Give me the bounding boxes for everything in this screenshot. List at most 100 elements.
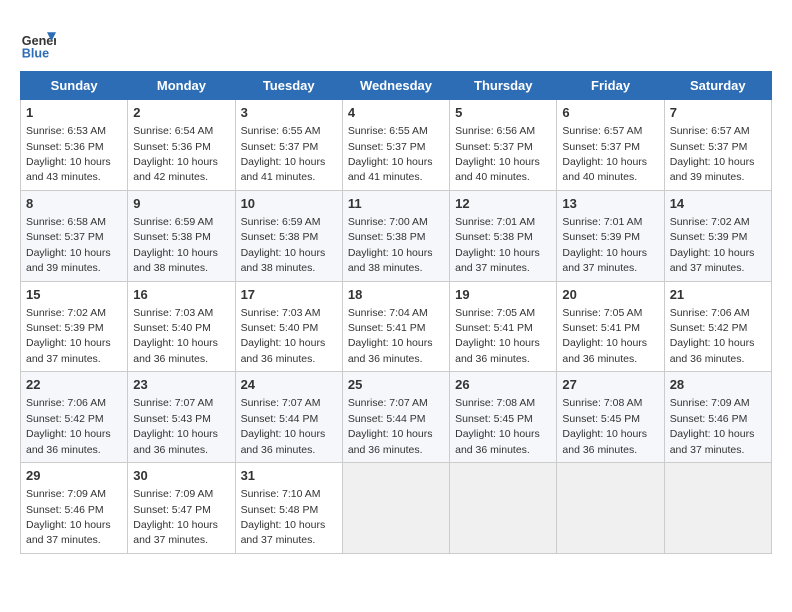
calendar-cell: 3 Sunrise: 6:55 AMSunset: 5:37 PMDaylight…: [235, 100, 342, 191]
calendar-cell: 24 Sunrise: 7:07 AMSunset: 5:44 PMDayligh…: [235, 372, 342, 463]
calendar-cell: 4 Sunrise: 6:55 AMSunset: 5:37 PMDaylight…: [342, 100, 449, 191]
day-number: 27: [562, 376, 658, 394]
calendar-body: 1 Sunrise: 6:53 AMSunset: 5:36 PMDaylight…: [21, 100, 772, 554]
calendar-cell: [342, 463, 449, 554]
week-row-1: 1 Sunrise: 6:53 AMSunset: 5:36 PMDaylight…: [21, 100, 772, 191]
day-info: Sunrise: 6:57 AMSunset: 5:37 PMDaylight:…: [670, 125, 755, 183]
day-info: Sunrise: 7:09 AMSunset: 5:47 PMDaylight:…: [133, 488, 218, 546]
day-number: 12: [455, 195, 551, 213]
week-row-4: 22 Sunrise: 7:06 AMSunset: 5:42 PMDayligh…: [21, 372, 772, 463]
calendar-cell: 12 Sunrise: 7:01 AMSunset: 5:38 PMDayligh…: [450, 190, 557, 281]
calendar-cell: [450, 463, 557, 554]
col-header-tuesday: Tuesday: [235, 72, 342, 100]
page-header: General Blue: [20, 20, 772, 61]
logo: General Blue: [20, 25, 60, 61]
calendar-cell: 10Sunrise: 6:59 AMSunset: 5:38 PMDayligh…: [235, 190, 342, 281]
week-row-5: 29 Sunrise: 7:09 AMSunset: 5:46 PMDayligh…: [21, 463, 772, 554]
day-number: 26: [455, 376, 551, 394]
day-number: 30: [133, 467, 229, 485]
calendar-cell: 29 Sunrise: 7:09 AMSunset: 5:46 PMDayligh…: [21, 463, 128, 554]
day-info: Sunrise: 7:08 AMSunset: 5:45 PMDaylight:…: [562, 397, 647, 455]
col-header-saturday: Saturday: [664, 72, 771, 100]
day-number: 22: [26, 376, 122, 394]
day-number: 10: [241, 195, 337, 213]
day-info: Sunrise: 7:09 AMSunset: 5:46 PMDaylight:…: [670, 397, 755, 455]
calendar-cell: 11Sunrise: 7:00 AMSunset: 5:38 PMDayligh…: [342, 190, 449, 281]
day-number: 3: [241, 104, 337, 122]
calendar-cell: 30 Sunrise: 7:09 AMSunset: 5:47 PMDayligh…: [128, 463, 235, 554]
calendar-cell: 18 Sunrise: 7:04 AMSunset: 5:41 PMDayligh…: [342, 281, 449, 372]
calendar-cell: 8 Sunrise: 6:58 AMSunset: 5:37 PMDaylight…: [21, 190, 128, 281]
calendar-cell: 20Sunrise: 7:05 AMSunset: 5:41 PMDayligh…: [557, 281, 664, 372]
calendar-cell: 15 Sunrise: 7:02 AMSunset: 5:39 PMDayligh…: [21, 281, 128, 372]
day-info: Sunrise: 6:57 AMSunset: 5:37 PMDaylight:…: [562, 125, 647, 183]
day-info: Sunrise: 7:04 AMSunset: 5:41 PMDaylight:…: [348, 307, 433, 365]
day-info: Sunrise: 7:02 AMSunset: 5:39 PMDaylight:…: [670, 216, 755, 274]
day-number: 31: [241, 467, 337, 485]
day-number: 16: [133, 286, 229, 304]
day-info: Sunrise: 7:03 AMSunset: 5:40 PMDaylight:…: [133, 307, 218, 365]
col-header-sunday: Sunday: [21, 72, 128, 100]
day-number: 8: [26, 195, 122, 213]
calendar-cell: 31 Sunrise: 7:10 AMSunset: 5:48 PMDayligh…: [235, 463, 342, 554]
day-info: Sunrise: 7:07 AMSunset: 5:44 PMDaylight:…: [241, 397, 326, 455]
calendar-cell: 21Sunrise: 7:06 AMSunset: 5:42 PMDayligh…: [664, 281, 771, 372]
calendar-cell: 25Sunrise: 7:07 AMSunset: 5:44 PMDayligh…: [342, 372, 449, 463]
calendar-cell: 9 Sunrise: 6:59 AMSunset: 5:38 PMDaylight…: [128, 190, 235, 281]
calendar-cell: 16 Sunrise: 7:03 AMSunset: 5:40 PMDayligh…: [128, 281, 235, 372]
day-info: Sunrise: 6:56 AMSunset: 5:37 PMDaylight:…: [455, 125, 540, 183]
logo-icon: General Blue: [20, 25, 56, 61]
day-number: 29: [26, 467, 122, 485]
col-header-friday: Friday: [557, 72, 664, 100]
day-number: 5: [455, 104, 551, 122]
svg-text:Blue: Blue: [22, 46, 49, 60]
calendar-cell: 2 Sunrise: 6:54 AMSunset: 5:36 PMDaylight…: [128, 100, 235, 191]
calendar-cell: 5 Sunrise: 6:56 AMSunset: 5:37 PMDaylight…: [450, 100, 557, 191]
day-info: Sunrise: 7:09 AMSunset: 5:46 PMDaylight:…: [26, 488, 111, 546]
day-info: Sunrise: 7:10 AMSunset: 5:48 PMDaylight:…: [241, 488, 326, 546]
day-info: Sunrise: 6:59 AMSunset: 5:38 PMDaylight:…: [133, 216, 218, 274]
day-number: 1: [26, 104, 122, 122]
day-info: Sunrise: 7:01 AMSunset: 5:39 PMDaylight:…: [562, 216, 647, 274]
calendar-cell: 26Sunrise: 7:08 AMSunset: 5:45 PMDayligh…: [450, 372, 557, 463]
calendar-cell: 28 Sunrise: 7:09 AMSunset: 5:46 PMDayligh…: [664, 372, 771, 463]
week-row-2: 8 Sunrise: 6:58 AMSunset: 5:37 PMDaylight…: [21, 190, 772, 281]
day-info: Sunrise: 7:06 AMSunset: 5:42 PMDaylight:…: [670, 307, 755, 365]
day-info: Sunrise: 6:55 AMSunset: 5:37 PMDaylight:…: [241, 125, 326, 183]
day-info: Sunrise: 7:00 AMSunset: 5:38 PMDaylight:…: [348, 216, 433, 274]
calendar-header-row: SundayMondayTuesdayWednesdayThursdayFrid…: [21, 72, 772, 100]
day-number: 25: [348, 376, 444, 394]
day-number: 2: [133, 104, 229, 122]
day-number: 15: [26, 286, 122, 304]
day-info: Sunrise: 6:53 AMSunset: 5:36 PMDaylight:…: [26, 125, 111, 183]
day-number: 20: [562, 286, 658, 304]
day-number: 23: [133, 376, 229, 394]
day-number: 18: [348, 286, 444, 304]
calendar-cell: 22 Sunrise: 7:06 AMSunset: 5:42 PMDayligh…: [21, 372, 128, 463]
day-number: 17: [241, 286, 337, 304]
day-number: 14: [670, 195, 766, 213]
day-number: 19: [455, 286, 551, 304]
day-info: Sunrise: 6:58 AMSunset: 5:37 PMDaylight:…: [26, 216, 111, 274]
col-header-monday: Monday: [128, 72, 235, 100]
col-header-thursday: Thursday: [450, 72, 557, 100]
day-info: Sunrise: 7:06 AMSunset: 5:42 PMDaylight:…: [26, 397, 111, 455]
day-number: 28: [670, 376, 766, 394]
day-info: Sunrise: 6:55 AMSunset: 5:37 PMDaylight:…: [348, 125, 433, 183]
day-info: Sunrise: 7:01 AMSunset: 5:38 PMDaylight:…: [455, 216, 540, 274]
calendar-cell: 7 Sunrise: 6:57 AMSunset: 5:37 PMDaylight…: [664, 100, 771, 191]
calendar-cell: 27 Sunrise: 7:08 AMSunset: 5:45 PMDayligh…: [557, 372, 664, 463]
day-number: 24: [241, 376, 337, 394]
day-number: 4: [348, 104, 444, 122]
day-number: 9: [133, 195, 229, 213]
day-info: Sunrise: 7:02 AMSunset: 5:39 PMDaylight:…: [26, 307, 111, 365]
day-number: 13: [562, 195, 658, 213]
calendar-cell: 1 Sunrise: 6:53 AMSunset: 5:36 PMDaylight…: [21, 100, 128, 191]
day-number: 6: [562, 104, 658, 122]
day-info: Sunrise: 6:54 AMSunset: 5:36 PMDaylight:…: [133, 125, 218, 183]
day-info: Sunrise: 7:05 AMSunset: 5:41 PMDaylight:…: [455, 307, 540, 365]
week-row-3: 15 Sunrise: 7:02 AMSunset: 5:39 PMDayligh…: [21, 281, 772, 372]
calendar-cell: 17Sunrise: 7:03 AMSunset: 5:40 PMDayligh…: [235, 281, 342, 372]
day-number: 7: [670, 104, 766, 122]
calendar-cell: 6 Sunrise: 6:57 AMSunset: 5:37 PMDaylight…: [557, 100, 664, 191]
